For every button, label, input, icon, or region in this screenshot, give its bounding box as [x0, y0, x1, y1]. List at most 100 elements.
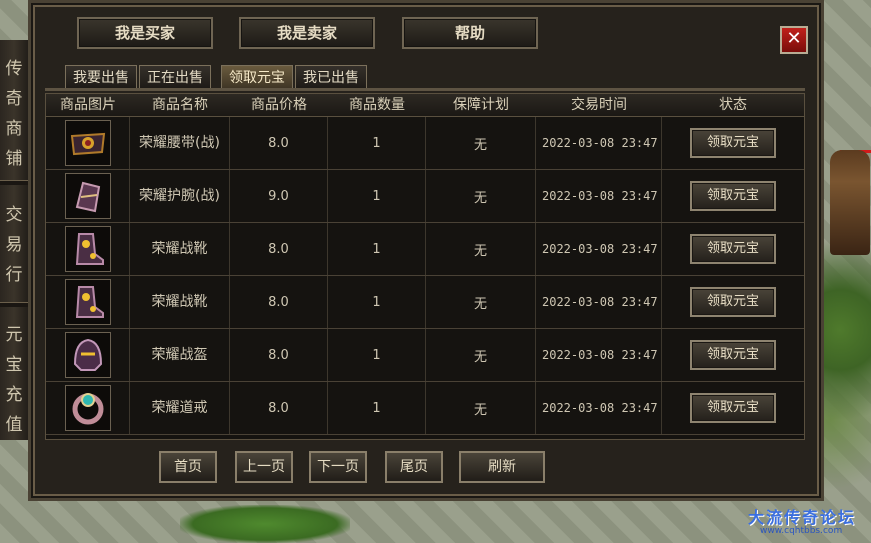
- item-time: 2022-03-08 23:47: [536, 329, 662, 381]
- side-menu-divider: [0, 302, 28, 307]
- item-table: 商品图片 商品名称 商品价格 商品数量 保障计划 交易时间 状态 荣耀腰带(战)…: [45, 93, 805, 440]
- item-guarantee: 无: [426, 117, 536, 169]
- seller-button[interactable]: 我是卖家: [239, 17, 375, 49]
- watermark-url: www.cqhtbbs.com: [760, 526, 843, 536]
- side-menu-shop[interactable]: 传 奇 商 铺: [0, 54, 28, 174]
- item-status-cell: 领取元宝: [662, 170, 804, 222]
- prev-page-button[interactable]: 上一页: [235, 451, 293, 483]
- item-name: 荣耀护腕(战): [130, 170, 230, 222]
- claim-yuanbao-button[interactable]: 领取元宝: [690, 287, 776, 317]
- side-menu-char: 商: [5, 119, 23, 139]
- header-image: 商品图片: [60, 97, 116, 113]
- table-row: 荣耀护腕(战) 9.0 1 无 2022-03-08 23:47 领取元宝: [46, 170, 804, 223]
- pager: 首页 上一页 下一页 尾页 刷新: [31, 451, 821, 483]
- tab-sold[interactable]: 我已出售: [295, 65, 367, 90]
- item-image-cell: [46, 382, 130, 434]
- last-page-button[interactable]: 尾页: [385, 451, 443, 483]
- side-menu: 传 奇 商 铺 交 易 行 元 宝 充 值: [0, 40, 29, 440]
- item-name: 荣耀战盔: [130, 329, 230, 381]
- header-qty: 商品数量: [349, 97, 405, 113]
- table-row: 荣耀战盔 8.0 1 无 2022-03-08 23:47 领取元宝: [46, 329, 804, 382]
- watermark-title: 大流传奇论坛: [748, 508, 857, 527]
- trade-window: 我是买家 我是卖家 帮助 ✕ 我要出售 正在出售 领取元宝 我已出售 商品图片 …: [28, 0, 824, 501]
- side-menu-char: 传: [5, 59, 23, 79]
- bracer-icon[interactable]: [64, 173, 111, 219]
- table-row: 荣耀战靴 8.0 1 无 2022-03-08 23:47 领取元宝: [46, 223, 804, 276]
- header-price: 商品价格: [251, 97, 307, 113]
- item-qty: 1: [328, 170, 426, 222]
- header-name: 商品名称: [152, 97, 208, 113]
- item-guarantee: 无: [426, 223, 536, 275]
- item-qty: 1: [328, 382, 426, 434]
- close-icon[interactable]: ✕: [780, 26, 808, 54]
- claim-yuanbao-button[interactable]: 领取元宝: [690, 181, 776, 211]
- item-qty: 1: [328, 117, 426, 169]
- claim-yuanbao-button[interactable]: 领取元宝: [690, 128, 776, 158]
- item-guarantee: 无: [426, 276, 536, 328]
- help-button[interactable]: 帮助: [402, 17, 538, 49]
- item-image-cell: [46, 117, 130, 169]
- refresh-button[interactable]: 刷新: [459, 451, 545, 483]
- game-character: [830, 150, 870, 255]
- item-qty: 1: [328, 329, 426, 381]
- side-menu-char: 铺: [5, 149, 23, 169]
- side-menu-divider: [0, 180, 28, 185]
- tab-on-sale[interactable]: 正在出售: [139, 65, 211, 90]
- item-status-cell: 领取元宝: [662, 276, 804, 328]
- item-price: 8.0: [230, 329, 328, 381]
- side-menu-char: 值: [5, 415, 23, 435]
- boots-icon[interactable]: [64, 226, 111, 272]
- item-guarantee: 无: [426, 382, 536, 434]
- item-price: 8.0: [230, 223, 328, 275]
- claim-yuanbao-button[interactable]: 领取元宝: [690, 234, 776, 264]
- item-name: 荣耀腰带(战): [130, 117, 230, 169]
- top-button-bar: 我是买家 我是卖家 帮助 ✕: [39, 11, 809, 54]
- claim-yuanbao-button[interactable]: 领取元宝: [690, 393, 776, 423]
- side-menu-char: 行: [5, 265, 23, 285]
- tab-sell[interactable]: 我要出售: [65, 65, 137, 90]
- item-image-cell: [46, 170, 130, 222]
- item-price: 8.0: [230, 117, 328, 169]
- table-row: 荣耀腰带(战) 8.0 1 无 2022-03-08 23:47 领取元宝: [46, 117, 804, 170]
- grass-patch: [180, 505, 350, 543]
- item-qty: 1: [328, 223, 426, 275]
- item-time: 2022-03-08 23:47: [536, 117, 662, 169]
- side-menu-trade[interactable]: 交 易 行: [0, 200, 28, 290]
- item-guarantee: 无: [426, 170, 536, 222]
- item-time: 2022-03-08 23:47: [536, 382, 662, 434]
- item-time: 2022-03-08 23:47: [536, 276, 662, 328]
- side-menu-char: 充: [5, 385, 23, 405]
- item-name: 荣耀战靴: [130, 223, 230, 275]
- header-time: 交易时间: [571, 97, 627, 113]
- claim-yuanbao-button[interactable]: 领取元宝: [690, 340, 776, 370]
- item-status-cell: 领取元宝: [662, 117, 804, 169]
- first-page-button[interactable]: 首页: [159, 451, 217, 483]
- item-status-cell: 领取元宝: [662, 382, 804, 434]
- tab-claim-yuanbao[interactable]: 领取元宝: [221, 65, 293, 90]
- item-image-cell: [46, 329, 130, 381]
- side-menu-char: 元: [5, 325, 23, 345]
- table-row: 荣耀战靴 8.0 1 无 2022-03-08 23:47 领取元宝: [46, 276, 804, 329]
- item-price: 9.0: [230, 170, 328, 222]
- item-time: 2022-03-08 23:47: [536, 223, 662, 275]
- side-menu-char: 易: [5, 235, 23, 255]
- boots-icon[interactable]: [64, 279, 111, 325]
- table-header: 商品图片 商品名称 商品价格 商品数量 保障计划 交易时间 状态: [46, 94, 804, 117]
- side-menu-char: 奇: [5, 89, 23, 109]
- helmet-icon[interactable]: [64, 332, 111, 378]
- item-name: 荣耀道戒: [130, 382, 230, 434]
- ring-icon[interactable]: [64, 385, 111, 431]
- item-price: 8.0: [230, 276, 328, 328]
- side-menu-recharge[interactable]: 元 宝 充 值: [0, 320, 28, 440]
- next-page-button[interactable]: 下一页: [309, 451, 367, 483]
- header-guarantee: 保障计划: [453, 97, 509, 113]
- buyer-button[interactable]: 我是买家: [77, 17, 213, 49]
- belt-icon[interactable]: [64, 120, 111, 166]
- side-menu-char: 宝: [5, 355, 23, 375]
- item-name: 荣耀战靴: [130, 276, 230, 328]
- tab-underline: [45, 88, 805, 91]
- item-image-cell: [46, 276, 130, 328]
- item-status-cell: 领取元宝: [662, 329, 804, 381]
- item-status-cell: 领取元宝: [662, 223, 804, 275]
- header-status: 状态: [719, 97, 747, 113]
